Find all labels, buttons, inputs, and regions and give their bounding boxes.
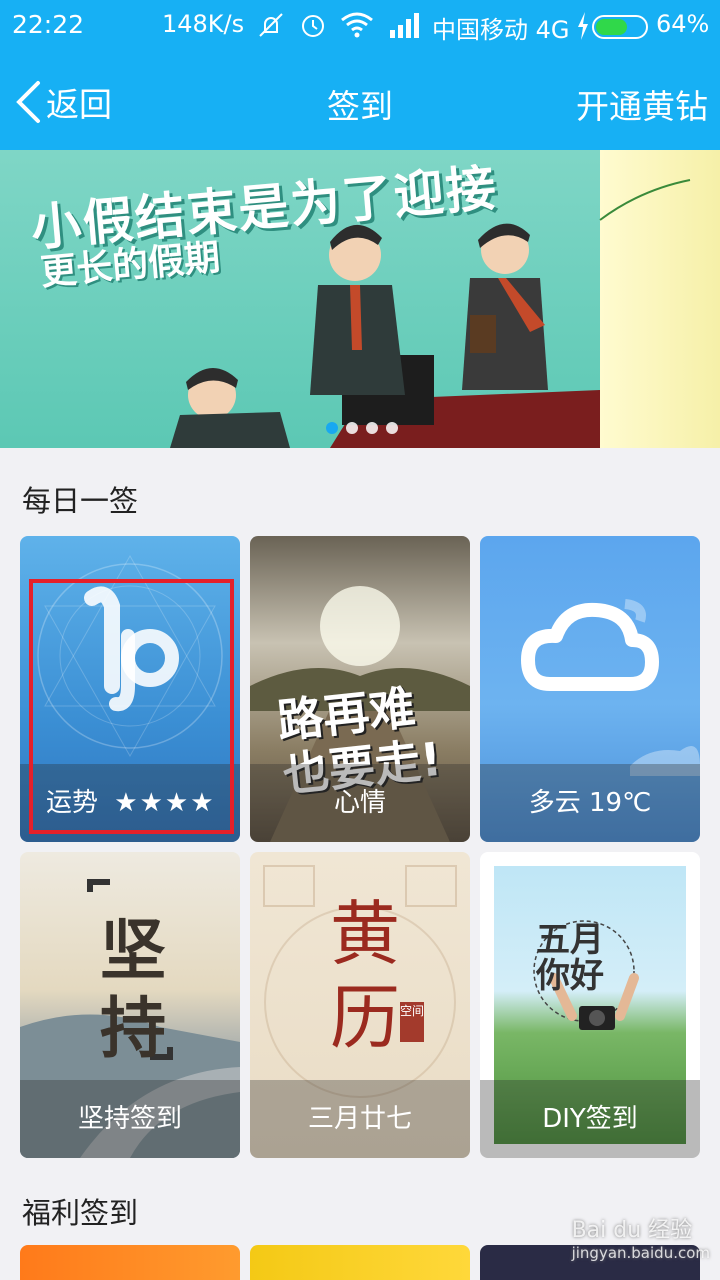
pagination-dot-active — [326, 422, 338, 434]
diy-art-line1: 五月 — [536, 920, 604, 960]
network-speed: 148K/s — [162, 10, 245, 38]
daily-section-title: 每日一签 — [22, 484, 139, 518]
watermark-url: jingyan.baidu.com — [571, 1244, 710, 1262]
diy-art-text: 五月 你好 — [536, 922, 604, 994]
weather-caption: 多云 19℃ — [480, 764, 700, 842]
welfare-card[interactable] — [250, 1245, 470, 1280]
fortune-caption: 运势 ★★★★ — [20, 764, 240, 842]
status-bar: 22:22 148K/s 中国移动 4G 64% — [0, 0, 720, 52]
diy-card[interactable]: 五月 你好 DIY签到 — [480, 852, 700, 1158]
almanac-art-text: 黄 历 — [330, 892, 400, 1060]
persist-art-line1: 坚 — [100, 912, 166, 989]
diy-caption: DIY签到 — [480, 1080, 700, 1158]
battery-fill — [596, 19, 627, 35]
charging-icon — [576, 12, 590, 46]
signal-icon — [388, 10, 422, 46]
persist-art-line2: 持 — [100, 990, 166, 1067]
fortune-card[interactable]: 运势 ★★★★ — [20, 536, 240, 842]
pagination-dot — [366, 422, 378, 434]
banner-pagination — [326, 422, 398, 434]
pagination-dot — [386, 422, 398, 434]
almanac-card[interactable]: 黄 历 空间 三月廿七 — [250, 852, 470, 1158]
battery-percent: 64% — [656, 10, 710, 38]
diy-art-line2: 你好 — [536, 956, 604, 996]
almanac-art-line2: 历 — [330, 977, 400, 1059]
pagination-dot — [346, 422, 358, 434]
persist-card[interactable]: 坚 持 坚持签到 — [20, 852, 240, 1158]
persist-caption: 坚持签到 — [20, 1080, 240, 1158]
fortune-stars: ★★★★ — [114, 788, 216, 818]
persist-art-text: 坚 持 — [100, 912, 166, 1068]
almanac-caption: 三月廿七 — [250, 1080, 470, 1158]
nav-bar: 返回 签到 开通黄钻 — [0, 52, 720, 150]
open-yellow-diamond-button[interactable]: 开通黄钻 — [576, 80, 708, 128]
carrier-name: 中国移动 4G — [432, 16, 570, 44]
mood-caption: 心情 — [250, 764, 470, 842]
alarm-icon — [298, 10, 328, 46]
promo-banner[interactable]: 小假结束是为了迎接 更长的假期 — [0, 150, 720, 448]
status-time: 22:22 — [12, 10, 85, 39]
mute-icon — [256, 10, 286, 46]
watermark-brand: Bai du 经验 — [571, 1218, 693, 1243]
welfare-section-title: 福利签到 — [22, 1196, 139, 1230]
watermark: Bai du 经验 jingyan.baidu.com — [572, 1212, 710, 1262]
almanac-art-line1: 黄 — [330, 893, 400, 975]
mood-card[interactable]: 路再难 也要走! 心情 — [250, 536, 470, 842]
fortune-label: 运势 — [46, 788, 99, 818]
almanac-seal: 空间 — [400, 1002, 424, 1042]
weather-card[interactable]: 多云 19℃ — [480, 536, 700, 842]
wifi-icon — [340, 10, 374, 46]
welfare-card[interactable] — [20, 1245, 240, 1280]
battery-indicator — [592, 15, 648, 39]
